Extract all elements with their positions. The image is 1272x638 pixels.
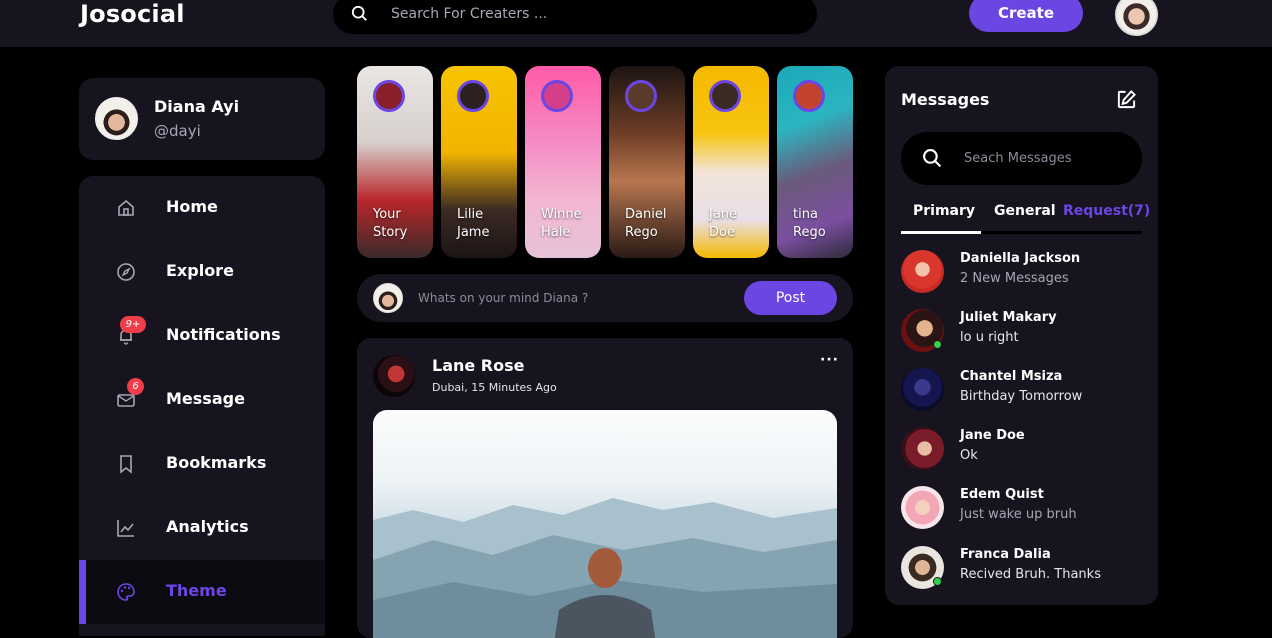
tab-primary[interactable]: Primary [913,203,975,219]
post-author-name[interactable]: Lane Rose [432,356,525,375]
composer-input[interactable]: Whats on your mind Diana ? [418,291,588,305]
message-preview: 2 New Messages [960,271,1069,286]
compass-icon [117,263,135,281]
post-location-time: Dubai, 15 Minutes Ago [432,381,557,394]
app-logo[interactable]: Josocial [80,0,185,28]
profile-handle: @dayi [154,122,201,140]
story-avatar [625,80,657,112]
story-avatar [709,80,741,112]
message-item[interactable]: Franca Dalia Recived Bruh. Thanks [901,546,1142,596]
story-card[interactable]: Winne Hale [525,66,601,258]
contact-name: Jane Doe [960,428,1025,443]
message-item[interactable]: Juliet Makary lo u right [901,309,1142,359]
message-item[interactable]: Edem Quist Just wake up bruh [901,486,1142,536]
sidebar-item-message[interactable]: 6 Message [79,368,325,432]
profile-avatar [95,97,138,140]
composer-avatar [373,283,403,313]
chart-line-icon [117,520,134,537]
notifications-badge: 9+ [120,316,146,333]
creator-search-bar[interactable]: Search For Creaters ... [333,0,817,34]
story-name: tina Rego [793,207,826,240]
story-card[interactable]: tina Rego [777,66,853,258]
contact-avatar [901,486,944,529]
sidebar-item-label: Notifications [166,325,281,344]
sidebar-item-bookmarks[interactable]: Bookmarks [79,432,325,496]
sidebar-item-home[interactable]: Home [79,176,325,240]
contact-name: Juliet Makary [960,310,1057,325]
top-bar: Josocial Search For Creaters ... Create [0,0,1272,47]
contact-name: Chantel Msiza [960,369,1063,384]
messages-title: Messages [901,90,990,109]
story-card[interactable]: Jane Doe [693,66,769,258]
post-image[interactable] [373,410,837,638]
contact-avatar [901,368,944,411]
tab-general[interactable]: General [994,203,1056,219]
story-name: Lilie Jame [457,207,490,240]
sidebar-item-label: Analytics [166,517,249,536]
message-preview: Just wake up bruh [960,507,1077,522]
contact-avatar [901,427,944,470]
story-name: Jane Doe [709,207,738,240]
contact-avatar [901,250,944,293]
message-badge: 6 [127,378,144,395]
create-button[interactable]: Create [969,0,1083,32]
home-icon [118,199,134,216]
message-item[interactable]: Chantel Msiza Birthday Tomorrow [901,368,1142,418]
active-tab-underline [901,231,981,234]
message-item[interactable]: Daniella Jackson 2 New Messages [901,250,1142,300]
message-preview: Ok [960,448,978,463]
profile-name: Diana Ayi [154,97,240,116]
stories-row: Your Story Lilie Jame Winne Hale Daniel Rego… [357,66,853,258]
story-card[interactable]: Your Story [357,66,433,258]
story-name: Your Story [373,207,408,240]
contact-name: Daniella Jackson [960,251,1081,266]
search-icon [351,5,367,21]
tab-request[interactable]: Request(7) [1063,203,1150,219]
story-name: Winne Hale [541,207,582,240]
contact-name: Edem Quist [960,487,1044,502]
online-status-dot [933,340,942,349]
online-status-dot [933,577,942,586]
bookmark-icon [120,455,132,474]
message-tabs: Primary General Request(7) [901,201,1150,234]
more-options-icon[interactable]: ··· [820,352,839,368]
feed-post: Lane Rose Dubai, 15 Minutes Ago ··· [357,338,853,638]
story-card[interactable]: Daniel Rego [609,66,685,258]
message-preview: lo u right [960,330,1019,345]
sidebar-item-theme[interactable]: Theme [79,560,325,624]
sidebar-item-label: Explore [166,261,234,280]
contact-name: Franca Dalia [960,547,1051,562]
post-button[interactable]: Post [744,281,837,315]
sidebar-item-explore[interactable]: Explore [79,240,325,304]
story-avatar [541,80,573,112]
search-icon [923,149,942,168]
palette-icon [117,583,135,601]
post-author-avatar[interactable] [373,355,415,397]
message-item[interactable]: Jane Doe Ok [901,427,1142,477]
search-placeholder[interactable]: Search For Creaters ... [391,6,547,22]
mountain-landscape-image [373,498,837,638]
message-search-placeholder[interactable]: Seach Messages [964,151,1072,166]
post-composer: Whats on your mind Diana ? Post [357,274,853,322]
sidebar-item-notifications[interactable]: 9+ Notifications [79,304,325,368]
message-preview: Birthday Tomorrow [960,389,1083,404]
profile-card[interactable]: Diana Ayi @dayi [79,78,325,160]
edit-icon[interactable] [1116,89,1137,110]
story-avatar [457,80,489,112]
sidebar-item-analytics[interactable]: Analytics [79,496,325,560]
story-avatar [793,80,825,112]
sidebar-item-label: Message [166,389,245,408]
sidebar-item-label: Bookmarks [166,453,267,472]
messages-panel: Messages Seach Messages Primary General … [885,66,1158,605]
story-avatar [373,80,405,112]
story-name: Daniel Rego [625,207,667,240]
active-indicator [79,560,86,624]
story-card[interactable]: Lilie Jame [441,66,517,258]
sidebar-item-label: Home [166,197,218,216]
message-search-bar[interactable]: Seach Messages [901,132,1142,185]
sidebar-item-label: Theme [166,581,227,600]
sidebar-nav: Home Explore 9+ Notifications 6 Message … [79,176,325,636]
user-avatar[interactable] [1115,0,1158,36]
message-preview: Recived Bruh. Thanks [960,567,1101,582]
